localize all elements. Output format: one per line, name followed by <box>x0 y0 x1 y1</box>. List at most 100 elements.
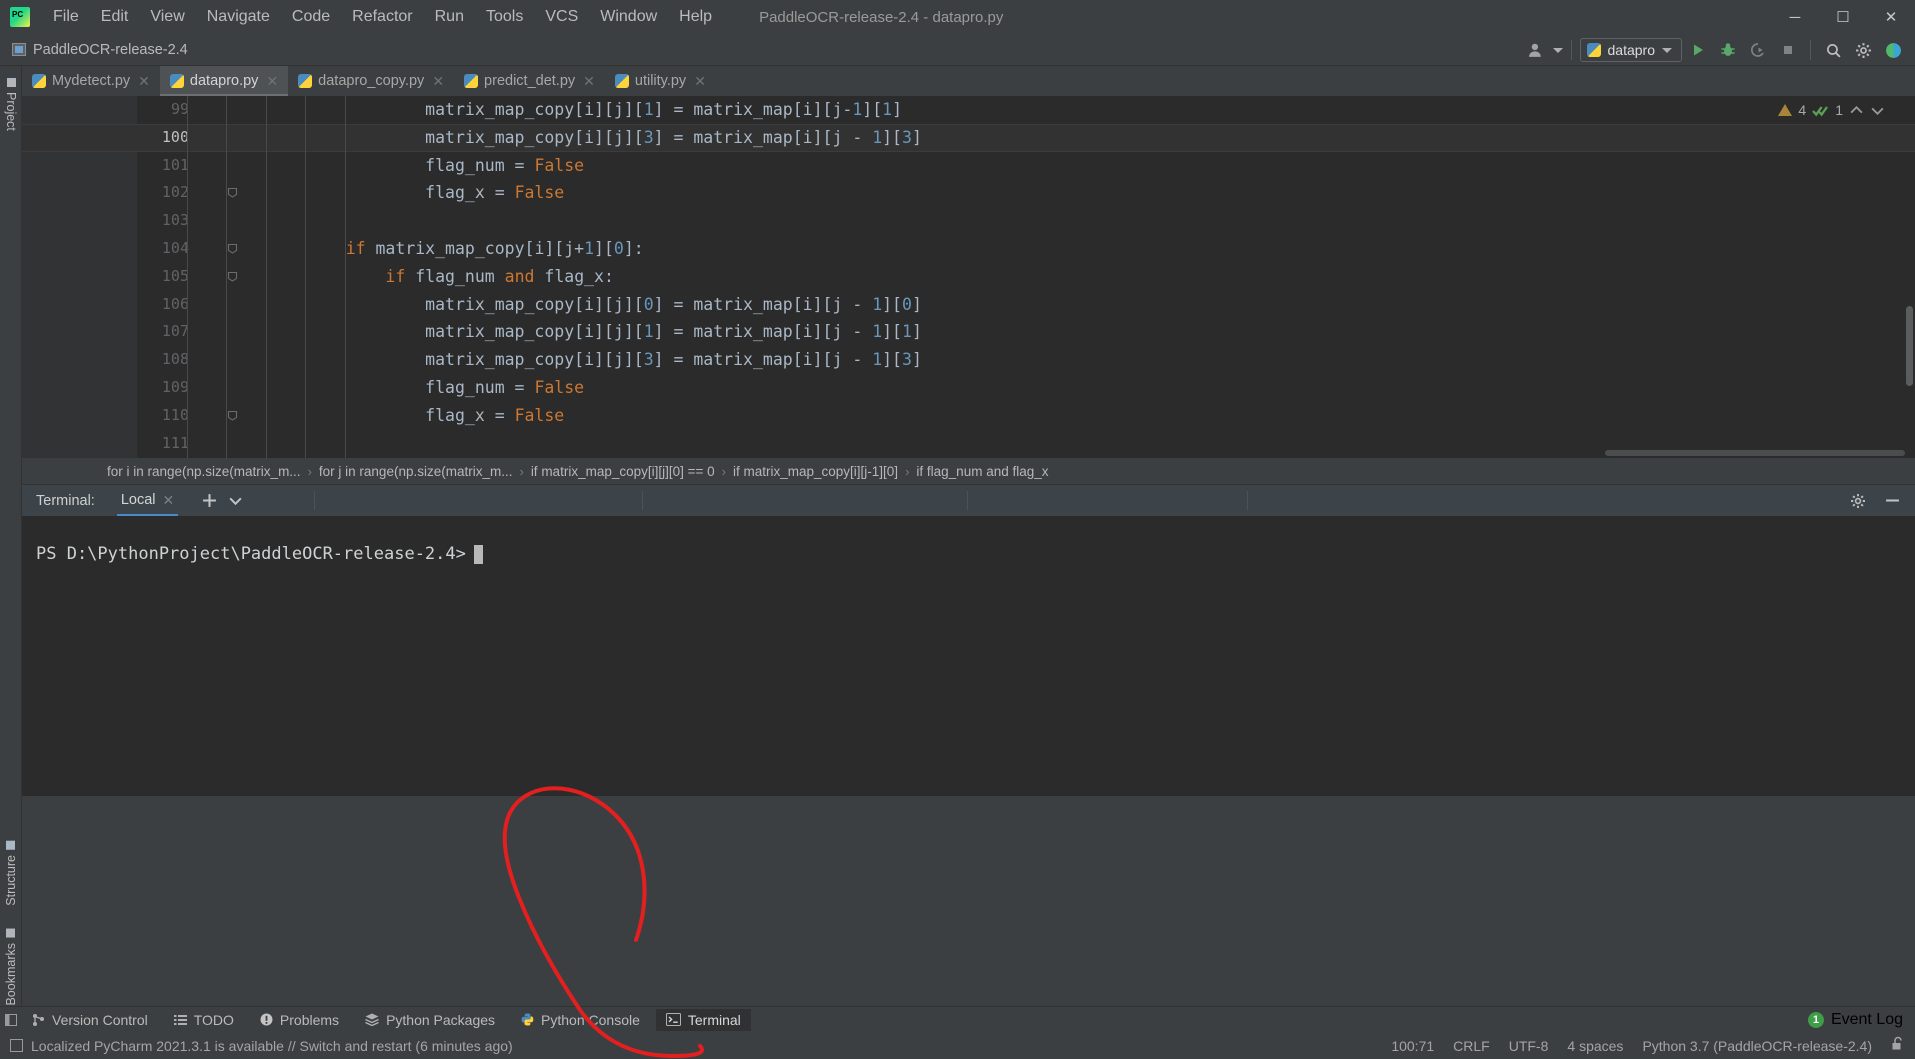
run-icon[interactable] <box>1684 37 1712 63</box>
status-message[interactable]: Localized PyCharm 2021.3.1 is available … <box>31 1038 513 1054</box>
navbar-project-name[interactable]: PaddleOCR-release-2.4 <box>33 42 188 58</box>
bookmark-icon <box>6 929 16 939</box>
tool-window-button-version-control[interactable]: Version Control <box>22 1009 158 1031</box>
close-icon[interactable]: ✕ <box>432 73 444 90</box>
caret-position[interactable]: 100:71 <box>1391 1038 1434 1054</box>
menu-item-edit[interactable]: Edit <box>90 4 140 30</box>
updates-icon[interactable] <box>1879 37 1907 63</box>
plus-icon[interactable] <box>196 488 222 514</box>
menu-item-file[interactable]: File <box>42 4 90 30</box>
code-line[interactable]: 99 matrix_map_copy[i][j][1] = matrix_map… <box>137 96 1915 124</box>
editor-tab-datapro-py[interactable]: datapro.py ✕ <box>159 66 289 96</box>
close-icon[interactable]: ✕ <box>138 73 150 90</box>
code-text: matrix_map_copy[i][j][1] = matrix_map[i]… <box>425 100 903 119</box>
python-file-icon <box>1586 43 1601 57</box>
code-line[interactable]: 101 flag_num = False <box>137 152 1915 180</box>
inspection-widget[interactable]: 4 1 <box>1778 102 1885 118</box>
editor-tab-utility-py[interactable]: utility.py ✕ <box>605 66 716 96</box>
gear-icon[interactable] <box>1845 488 1871 514</box>
user-account-icon[interactable] <box>1523 37 1551 63</box>
close-icon[interactable]: ✕ <box>266 73 278 90</box>
breadcrumb-item[interactable]: if matrix_map_copy[i][j-1][0] <box>733 464 898 479</box>
editor-vertical-scrollbar[interactable] <box>1906 306 1913 386</box>
tool-window-button-label: Python Packages <box>386 1011 496 1028</box>
sidebar-item-project[interactable]: Project <box>0 72 22 137</box>
menu-item-help[interactable]: Help <box>668 4 723 30</box>
tool-window-menu-icon[interactable] <box>0 1007 22 1033</box>
code-line[interactable]: 105 if flag_num and flag_x: <box>137 263 1915 291</box>
tool-window-button-problems[interactable]: Problems <box>250 1009 349 1031</box>
code-line[interactable]: 109 flag_num = False <box>137 374 1915 402</box>
code-line[interactable]: 106 matrix_map_copy[i][j][0] = matrix_ma… <box>137 291 1915 319</box>
line-number[interactable]: 111 <box>137 430 189 458</box>
tool-window-button-python-packages[interactable]: Python Packages <box>355 1009 505 1031</box>
menu-item-vcs[interactable]: VCS <box>534 4 589 30</box>
minimize-button[interactable]: ─ <box>1771 0 1819 34</box>
code-line[interactable]: 110 flag_x = False <box>137 402 1915 430</box>
search-everywhere-icon[interactable] <box>1819 37 1847 63</box>
menu-item-code[interactable]: Code <box>281 4 341 30</box>
editor-horizontal-scrollbar[interactable] <box>1605 450 1905 456</box>
close-icon[interactable]: ✕ <box>163 492 175 509</box>
terminal-dropdown-chevron-down-icon[interactable] <box>222 488 248 514</box>
line-separator[interactable]: CRLF <box>1453 1038 1490 1054</box>
chevron-up-icon <box>1850 105 1863 113</box>
encoding[interactable]: UTF-8 <box>1509 1038 1549 1054</box>
code-line[interactable]: 104 if matrix_map_copy[i][j+1][0]: <box>137 235 1915 263</box>
editor-tab-Mydetect-py[interactable]: Mydetect.py ✕ <box>22 66 160 96</box>
event-log-button[interactable]: 1 Event Log <box>1807 1011 1903 1029</box>
python-icon <box>521 1013 534 1026</box>
menu-item-navigate[interactable]: Navigate <box>196 4 281 30</box>
run-config-label: datapro <box>1607 42 1655 58</box>
run-config-chevron-down-icon <box>1662 47 1672 53</box>
code-line[interactable]: 107 matrix_map_copy[i][j][1] = matrix_ma… <box>137 318 1915 346</box>
python-file-icon <box>32 74 46 88</box>
menu-bar: FileEditViewNavigateCodeRefactorRunTools… <box>0 0 1915 34</box>
tool-window-button-python-console[interactable]: Python Console <box>511 1009 650 1031</box>
run-coverage-icon[interactable] <box>1744 37 1772 63</box>
code-line[interactable]: 103 <box>137 207 1915 235</box>
terminal-session-tab-local[interactable]: Local ✕ <box>116 486 179 517</box>
terminal-prompt-line: PS D:\PythonProject\PaddleOCR-release-2.… <box>22 516 1915 564</box>
tool-window-button-todo[interactable]: TODO <box>164 1009 244 1031</box>
editor-tab-datapro_copy-py[interactable]: datapro_copy.py ✕ <box>288 66 454 96</box>
close-icon[interactable]: ✕ <box>583 73 595 90</box>
tool-window-button-terminal[interactable]: Terminal <box>655 1008 751 1031</box>
python-file-icon <box>464 74 479 88</box>
close-button[interactable]: ✕ <box>1867 0 1915 34</box>
line-number[interactable]: 103 <box>137 207 189 235</box>
notification-icon[interactable] <box>10 1039 23 1052</box>
editor-tab-predict_det-py[interactable]: predict_det.py ✕ <box>454 66 605 96</box>
terminal-output[interactable]: PS D:\PythonProject\PaddleOCR-release-2.… <box>22 516 1915 796</box>
sidebar-item-bookmarks[interactable]: Bookmarks <box>0 923 22 1012</box>
code-line[interactable]: 102 flag_x = False <box>137 179 1915 207</box>
sidebar-item-structure[interactable]: Structure <box>0 835 22 912</box>
code-editor[interactable]: 99 matrix_map_copy[i][j][1] = matrix_map… <box>22 96 1915 458</box>
unlocked-icon[interactable] <box>1891 1036 1905 1056</box>
menu-item-refactor[interactable]: Refactor <box>341 4 423 30</box>
breadcrumb-item[interactable]: for j in range(np.size(matrix_m... <box>319 464 513 479</box>
settings-icon[interactable] <box>1849 37 1877 63</box>
menu-item-window[interactable]: Window <box>589 4 668 30</box>
breadcrumb-item[interactable]: for i in range(np.size(matrix_m... <box>107 464 301 479</box>
stop-icon[interactable] <box>1774 37 1802 63</box>
debug-icon[interactable] <box>1714 37 1742 63</box>
navigation-bar: PaddleOCR-release-2.4 datapro <box>0 34 1915 66</box>
menu-item-view[interactable]: View <box>139 4 195 30</box>
terminal-label: Terminal: <box>36 492 95 509</box>
menu-item-tools[interactable]: Tools <box>475 4 534 30</box>
code-line[interactable]: 100 matrix_map_copy[i][j][3] = matrix_ma… <box>22 123 1915 152</box>
run-configuration-selector[interactable]: datapro <box>1579 38 1682 62</box>
indent-setting[interactable]: 4 spaces <box>1567 1038 1623 1054</box>
breadcrumb-item[interactable]: if matrix_map_copy[i][j][0] == 0 <box>531 464 715 479</box>
terminal-tool-window-header: Terminal: Local ✕ <box>22 484 1915 517</box>
code-line[interactable]: 108 matrix_map_copy[i][j][3] = matrix_ma… <box>137 346 1915 374</box>
account-chevron-down-icon[interactable] <box>1552 47 1563 53</box>
close-icon[interactable]: ✕ <box>694 73 706 90</box>
maximize-button[interactable]: ☐ <box>1819 0 1867 34</box>
menu-item-run[interactable]: Run <box>424 4 475 30</box>
minimize-icon[interactable] <box>1879 488 1905 514</box>
code-content[interactable]: 99 matrix_map_copy[i][j][1] = matrix_map… <box>22 96 1915 458</box>
python-interpreter[interactable]: Python 3.7 (PaddleOCR-release-2.4) <box>1642 1038 1872 1054</box>
breadcrumb-item[interactable]: if flag_num and flag_x <box>916 464 1048 479</box>
